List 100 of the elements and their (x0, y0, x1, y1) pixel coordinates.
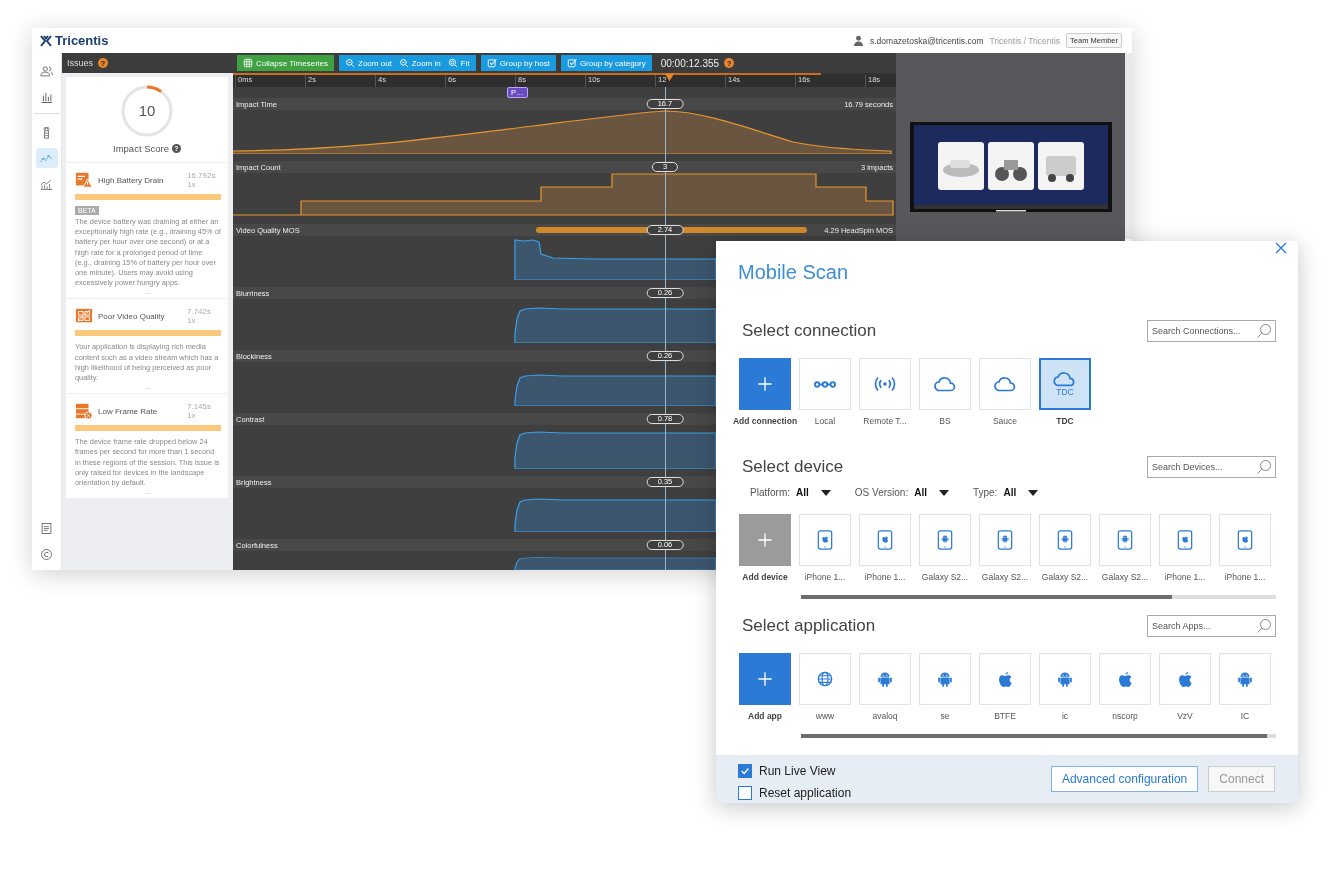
tile-label: Galaxy S2... (1101, 572, 1149, 582)
caret-icon (938, 489, 949, 496)
option-tile[interactable] (919, 358, 971, 410)
issue-duration: 16.792s (187, 171, 217, 180)
filter-dropdown[interactable]: Platform: All (750, 487, 831, 498)
dialog-title: Mobile Scan (738, 261, 850, 284)
tile-label: Local (814, 416, 836, 426)
toolbar-button[interactable]: Group by host (483, 55, 553, 71)
option-tile[interactable] (1099, 653, 1151, 705)
option-tile[interactable] (859, 514, 911, 566)
plus-icon (757, 671, 773, 687)
zoom-icon (345, 58, 356, 68)
tile-label: Add device (742, 572, 788, 582)
checkbox[interactable] (738, 786, 752, 800)
search-icon (1256, 618, 1272, 634)
search-field[interactable]: Search Connections... (1147, 320, 1276, 342)
option-tile[interactable] (1039, 514, 1091, 566)
checkbox[interactable] (738, 764, 752, 778)
user-email: s.domazetoska@tricentis.com (870, 35, 984, 46)
checkbox-option[interactable]: Reset application (738, 786, 1051, 800)
user-icon (853, 35, 864, 46)
tile-label: BTFE (994, 711, 1016, 721)
impact-score-value: 10 (137, 102, 157, 119)
impact-score-label: Impact Score (113, 143, 169, 154)
toolbar-button[interactable]: Zoom in (395, 55, 444, 71)
option-tile[interactable] (1219, 514, 1271, 566)
filter-dropdown[interactable]: OS Version: All (854, 487, 949, 498)
help-icon[interactable]: ? (98, 58, 108, 68)
plus-icon (757, 376, 773, 392)
option-tile[interactable]: TDC (1039, 358, 1091, 410)
option-tile[interactable] (1219, 653, 1271, 705)
battery-warning-icon (75, 171, 93, 189)
option-tile[interactable] (919, 653, 971, 705)
add-tile[interactable] (739, 358, 791, 410)
panel-title: Issues (67, 58, 93, 68)
add-tile[interactable] (739, 653, 791, 705)
search-field[interactable]: Search Apps... (1147, 615, 1276, 637)
scrollbar[interactable] (801, 734, 1276, 738)
checkbox-icon (566, 58, 577, 68)
tile-label: iPhone 1... (804, 572, 846, 582)
toolbar-button[interactable]: Fit (444, 55, 473, 71)
filter-dropdown[interactable]: Type: All (972, 487, 1039, 498)
option-tile[interactable] (859, 358, 911, 410)
target-icon (447, 58, 458, 68)
tile-label: Galaxy S2... (1041, 572, 1089, 582)
logo-text: Tricentis (55, 33, 109, 48)
tile-label: Remote T... (863, 416, 907, 426)
toolbar-button[interactable]: Zoom out (342, 55, 395, 71)
tile-label: Galaxy S2... (981, 572, 1029, 582)
issue-title: Low Frame Rate (98, 406, 159, 417)
option-tile[interactable] (799, 514, 851, 566)
tile-label: iPhone 1... (1164, 572, 1206, 582)
plus-icon (757, 532, 773, 548)
option-tile[interactable] (1159, 514, 1211, 566)
option-tile[interactable] (1159, 653, 1211, 705)
tile-label: BS (939, 416, 951, 426)
tile-label: nscorp (1112, 711, 1138, 721)
tile-label: Add app (748, 711, 782, 721)
toolbar-button[interactable]: Group by category (563, 55, 649, 71)
help-icon[interactable]: ? (724, 58, 735, 68)
tile-label: IC (1240, 711, 1250, 721)
option-tile[interactable] (979, 514, 1031, 566)
check-icon (740, 766, 750, 776)
logo-icon (40, 34, 52, 47)
option-tile[interactable] (979, 653, 1031, 705)
tile-label: se (940, 711, 950, 721)
option-tile[interactable] (799, 358, 851, 410)
option-tile[interactable] (919, 514, 971, 566)
section-title: Select device (742, 457, 844, 477)
tile-label: www (815, 711, 835, 721)
checkbox-option[interactable]: Run Live View (738, 764, 1051, 778)
issue-count: 1x (187, 316, 197, 326)
toolbar-button[interactable]: Collapse Timeseries (240, 55, 332, 71)
caret-icon (1028, 489, 1039, 496)
tile-label: iPhone 1... (1224, 572, 1266, 582)
close-button[interactable] (1274, 241, 1288, 255)
option-tile[interactable] (1099, 514, 1151, 566)
issue-title: High Battery Drain (98, 175, 165, 185)
time-readout: 00:00:12.355 (660, 57, 720, 69)
issue-count: 1x (187, 411, 197, 421)
zoom-icon (398, 58, 409, 68)
issue-title: Poor Video Quality (98, 311, 166, 322)
search-field[interactable]: Search Devices... (1147, 456, 1276, 478)
issue-count: 1x (187, 180, 197, 189)
tile-label: avaloq (872, 711, 898, 721)
option-tile[interactable] (799, 653, 851, 705)
configuration-button[interactable]: Advanced configuration (1050, 766, 1199, 792)
trend-chart-icon[interactable] (35, 148, 58, 168)
section-title: Select application (742, 616, 876, 636)
option-tile[interactable] (979, 358, 1031, 410)
option-tile[interactable] (1039, 653, 1091, 705)
search-icon (1256, 459, 1272, 475)
checkbox-icon (486, 58, 497, 68)
search-icon (1256, 323, 1272, 339)
tile-label: Sauce (992, 416, 1018, 426)
option-tile[interactable] (859, 653, 911, 705)
scrollbar[interactable] (801, 595, 1276, 599)
scrollbar[interactable] (1125, 53, 1132, 239)
tile-label: Add connection (732, 416, 798, 426)
tile-label: Galaxy S2... (921, 572, 969, 582)
